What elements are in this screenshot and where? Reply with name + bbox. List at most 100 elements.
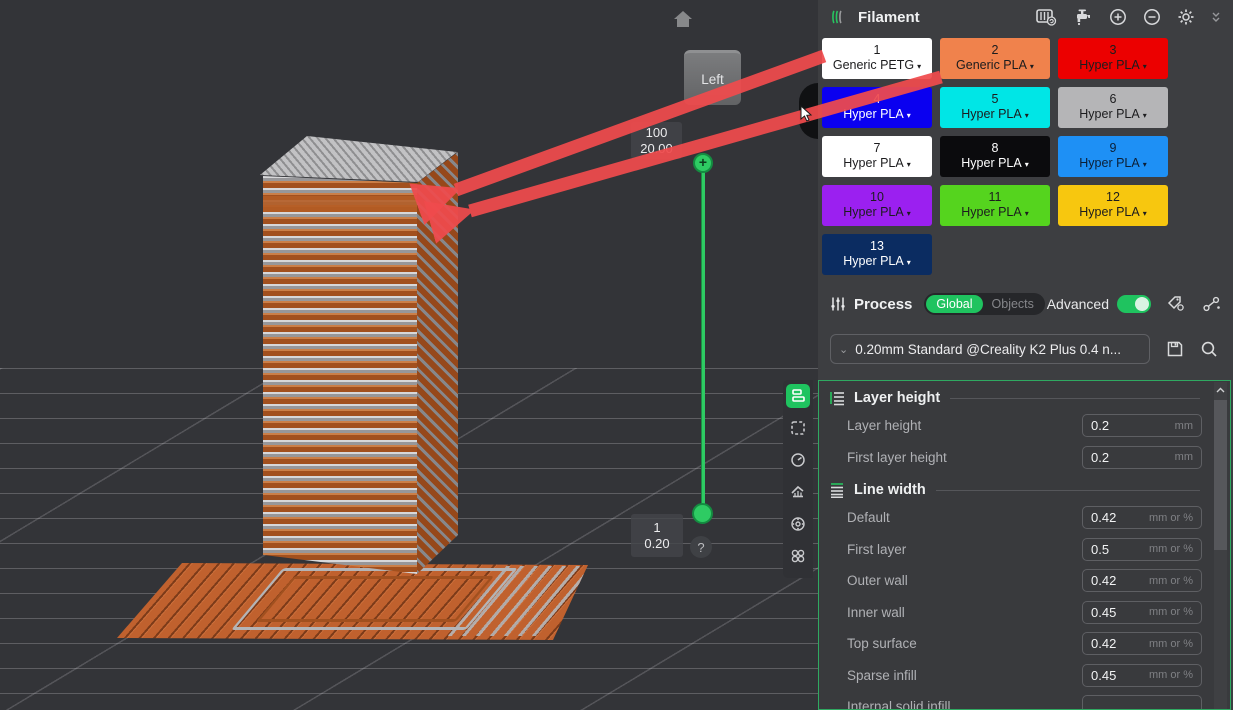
layer-slider-top-handle[interactable]: + (693, 153, 713, 173)
slot-material-dropdown[interactable]: Hyper PLA▾ (961, 156, 1028, 172)
slot-material-dropdown[interactable]: Generic PETG▾ (833, 58, 921, 74)
scope-objects-option[interactable]: Objects (983, 295, 1043, 313)
internal-solid-infill-input[interactable] (1082, 695, 1202, 710)
filament-slot-8[interactable]: 8 Hyper PLA▾ (940, 136, 1050, 177)
quality-layers-icon (791, 389, 806, 403)
setting-row-top-surface: Top surface 0.42 mm or % (819, 628, 1230, 660)
filament-slot-2[interactable]: 2 Generic PLA▾ (940, 38, 1050, 79)
home-view-button[interactable] (670, 6, 696, 32)
caret-down-icon: ▾ (1025, 111, 1029, 120)
preset-dropdown[interactable]: ⌄ 0.20mm Standard @Creality K2 Plus 0.4 … (830, 334, 1150, 364)
chevron-down-icon: ⌄ (839, 343, 848, 356)
slot-material-dropdown[interactable]: Hyper PLA▾ (961, 107, 1028, 123)
layer-slider-top-badge: 100 20.00 (631, 122, 682, 159)
support-icon (790, 484, 806, 500)
layer-slider-bottom-handle[interactable] (692, 503, 713, 524)
slot-material-dropdown[interactable]: Hyper PLA▾ (1079, 58, 1146, 74)
process-header: Process Global Objects Advanced (818, 293, 1233, 315)
setting-row-layer-height: Layer height 0.2 mm (819, 410, 1230, 442)
clover-icon (790, 548, 806, 564)
process-tab-toolbar (783, 380, 813, 578)
slicer-app: + 100 20.00 1 0.20 ? Left (0, 0, 1233, 710)
filament-slot-10[interactable]: 10 Hyper PLA▾ (822, 185, 932, 226)
remove-filament-button[interactable] (1143, 8, 1161, 26)
filament-slot-7[interactable]: 7 Hyper PLA▾ (822, 136, 932, 177)
top-badge-layer: 100 (646, 125, 668, 141)
filament-slot-6[interactable]: 6 Hyper PLA▾ (1058, 87, 1168, 128)
slot-number: 8 (992, 141, 999, 156)
slot-material-dropdown[interactable]: Hyper PLA▾ (1079, 205, 1146, 221)
filament-slot-grid: 1 Generic PETG▾ 2 Generic PLA▾ 3 Hyper P… (822, 38, 1168, 275)
slot-material-dropdown[interactable]: Hyper PLA▾ (843, 107, 910, 123)
slot-number: 13 (870, 239, 884, 254)
slot-material-dropdown[interactable]: Hyper PLA▾ (1079, 107, 1146, 123)
slot-material-dropdown[interactable]: Hyper PLA▾ (843, 254, 910, 270)
view-cube-label: Left (701, 72, 724, 87)
filament-slot-4[interactable]: 4 Hyper PLA▾ (822, 87, 932, 128)
filament-slot-1[interactable]: 1 Generic PETG▾ (822, 38, 932, 79)
filament-collapse-button[interactable] (1211, 11, 1221, 23)
compare-presets-button[interactable] (1202, 295, 1221, 313)
layer-slider-track[interactable] (701, 163, 705, 515)
section-title: Line width (854, 482, 926, 498)
filament-slot-5[interactable]: 5 Hyper PLA▾ (940, 87, 1050, 128)
tab-speed[interactable] (786, 448, 810, 472)
outer-wall-line-width-input[interactable]: 0.42 mm or % (1082, 569, 1202, 592)
mouse-cursor (799, 105, 814, 128)
default-line-width-input[interactable]: 0.42 mm or % (1082, 506, 1202, 529)
slot-material-dropdown[interactable]: Hyper PLA▾ (1079, 156, 1146, 172)
slider-help-button[interactable]: ? (690, 536, 712, 558)
section-line-width: Line width (819, 473, 1230, 502)
slot-material-dropdown[interactable]: Generic PLA▾ (956, 58, 1034, 74)
faucet-icon (1073, 8, 1093, 26)
tab-others[interactable] (786, 544, 810, 568)
sparse-infill-line-width-input[interactable]: 0.45 mm or % (1082, 664, 1202, 687)
save-preset-button[interactable] (1166, 340, 1184, 358)
ams-sync-icon (1035, 7, 1057, 27)
scrollbar-thumb[interactable] (1214, 400, 1227, 550)
first-layer-line-width-input[interactable]: 0.5 mm or % (1082, 538, 1202, 561)
model-side-face (417, 152, 458, 574)
filament-slot-12[interactable]: 12 Hyper PLA▾ (1058, 185, 1168, 226)
scope-global-option[interactable]: Global (926, 295, 982, 313)
double-chevron-down-icon (1211, 11, 1221, 23)
tab-strength[interactable] (786, 416, 810, 440)
view-cube[interactable]: Left (684, 50, 741, 105)
caret-down-icon: ▾ (1143, 62, 1147, 71)
filament-slot-9[interactable]: 9 Hyper PLA▾ (1058, 136, 1168, 177)
filament-settings-button[interactable] (1177, 8, 1195, 26)
tab-cooling[interactable] (786, 512, 810, 536)
tab-quality[interactable] (786, 384, 810, 408)
process-title: Process (854, 296, 912, 313)
minus-circle-icon (1143, 8, 1161, 26)
filament-slot-3[interactable]: 3 Hyper PLA▾ (1058, 38, 1168, 79)
filament-slot-13[interactable]: 13 Hyper PLA▾ (822, 234, 932, 275)
slot-number: 3 (1110, 43, 1117, 58)
inner-wall-line-width-input[interactable]: 0.45 mm or % (1082, 601, 1202, 624)
advanced-toggle[interactable] (1117, 295, 1151, 313)
filament-slot-11[interactable]: 11 Hyper PLA▾ (940, 185, 1050, 226)
parameter-table-button[interactable] (1167, 295, 1186, 313)
slot-material-dropdown[interactable]: Hyper PLA▾ (843, 205, 910, 221)
settings-scrollbar[interactable] (1214, 382, 1227, 709)
layer-height-input[interactable]: 0.2 mm (1082, 414, 1202, 437)
ams-sync-button[interactable] (1035, 7, 1057, 27)
model-front-face[interactable] (263, 176, 417, 574)
flush-button[interactable] (1073, 8, 1093, 26)
setting-row-sparse-infill: Sparse infill 0.45 mm or % (819, 660, 1230, 692)
search-settings-button[interactable] (1200, 340, 1218, 358)
add-filament-button[interactable] (1109, 8, 1127, 26)
home-icon (670, 6, 696, 32)
setting-row-first-layer-height: First layer height 0.2 mm (819, 442, 1230, 474)
slot-number: 4 (874, 92, 881, 107)
top-surface-line-width-input[interactable]: 0.42 mm or % (1082, 632, 1202, 655)
slot-material-dropdown[interactable]: Hyper PLA▾ (961, 205, 1028, 221)
slot-number: 1 (874, 43, 881, 58)
slot-material-dropdown[interactable]: Hyper PLA▾ (843, 156, 910, 172)
caret-down-icon: ▾ (1025, 209, 1029, 218)
slot-number: 7 (874, 141, 881, 156)
chevron-up-icon (1216, 387, 1225, 393)
scroll-up-arrow[interactable] (1214, 382, 1227, 398)
tab-support[interactable] (786, 480, 810, 504)
first-layer-height-input[interactable]: 0.2 mm (1082, 446, 1202, 469)
